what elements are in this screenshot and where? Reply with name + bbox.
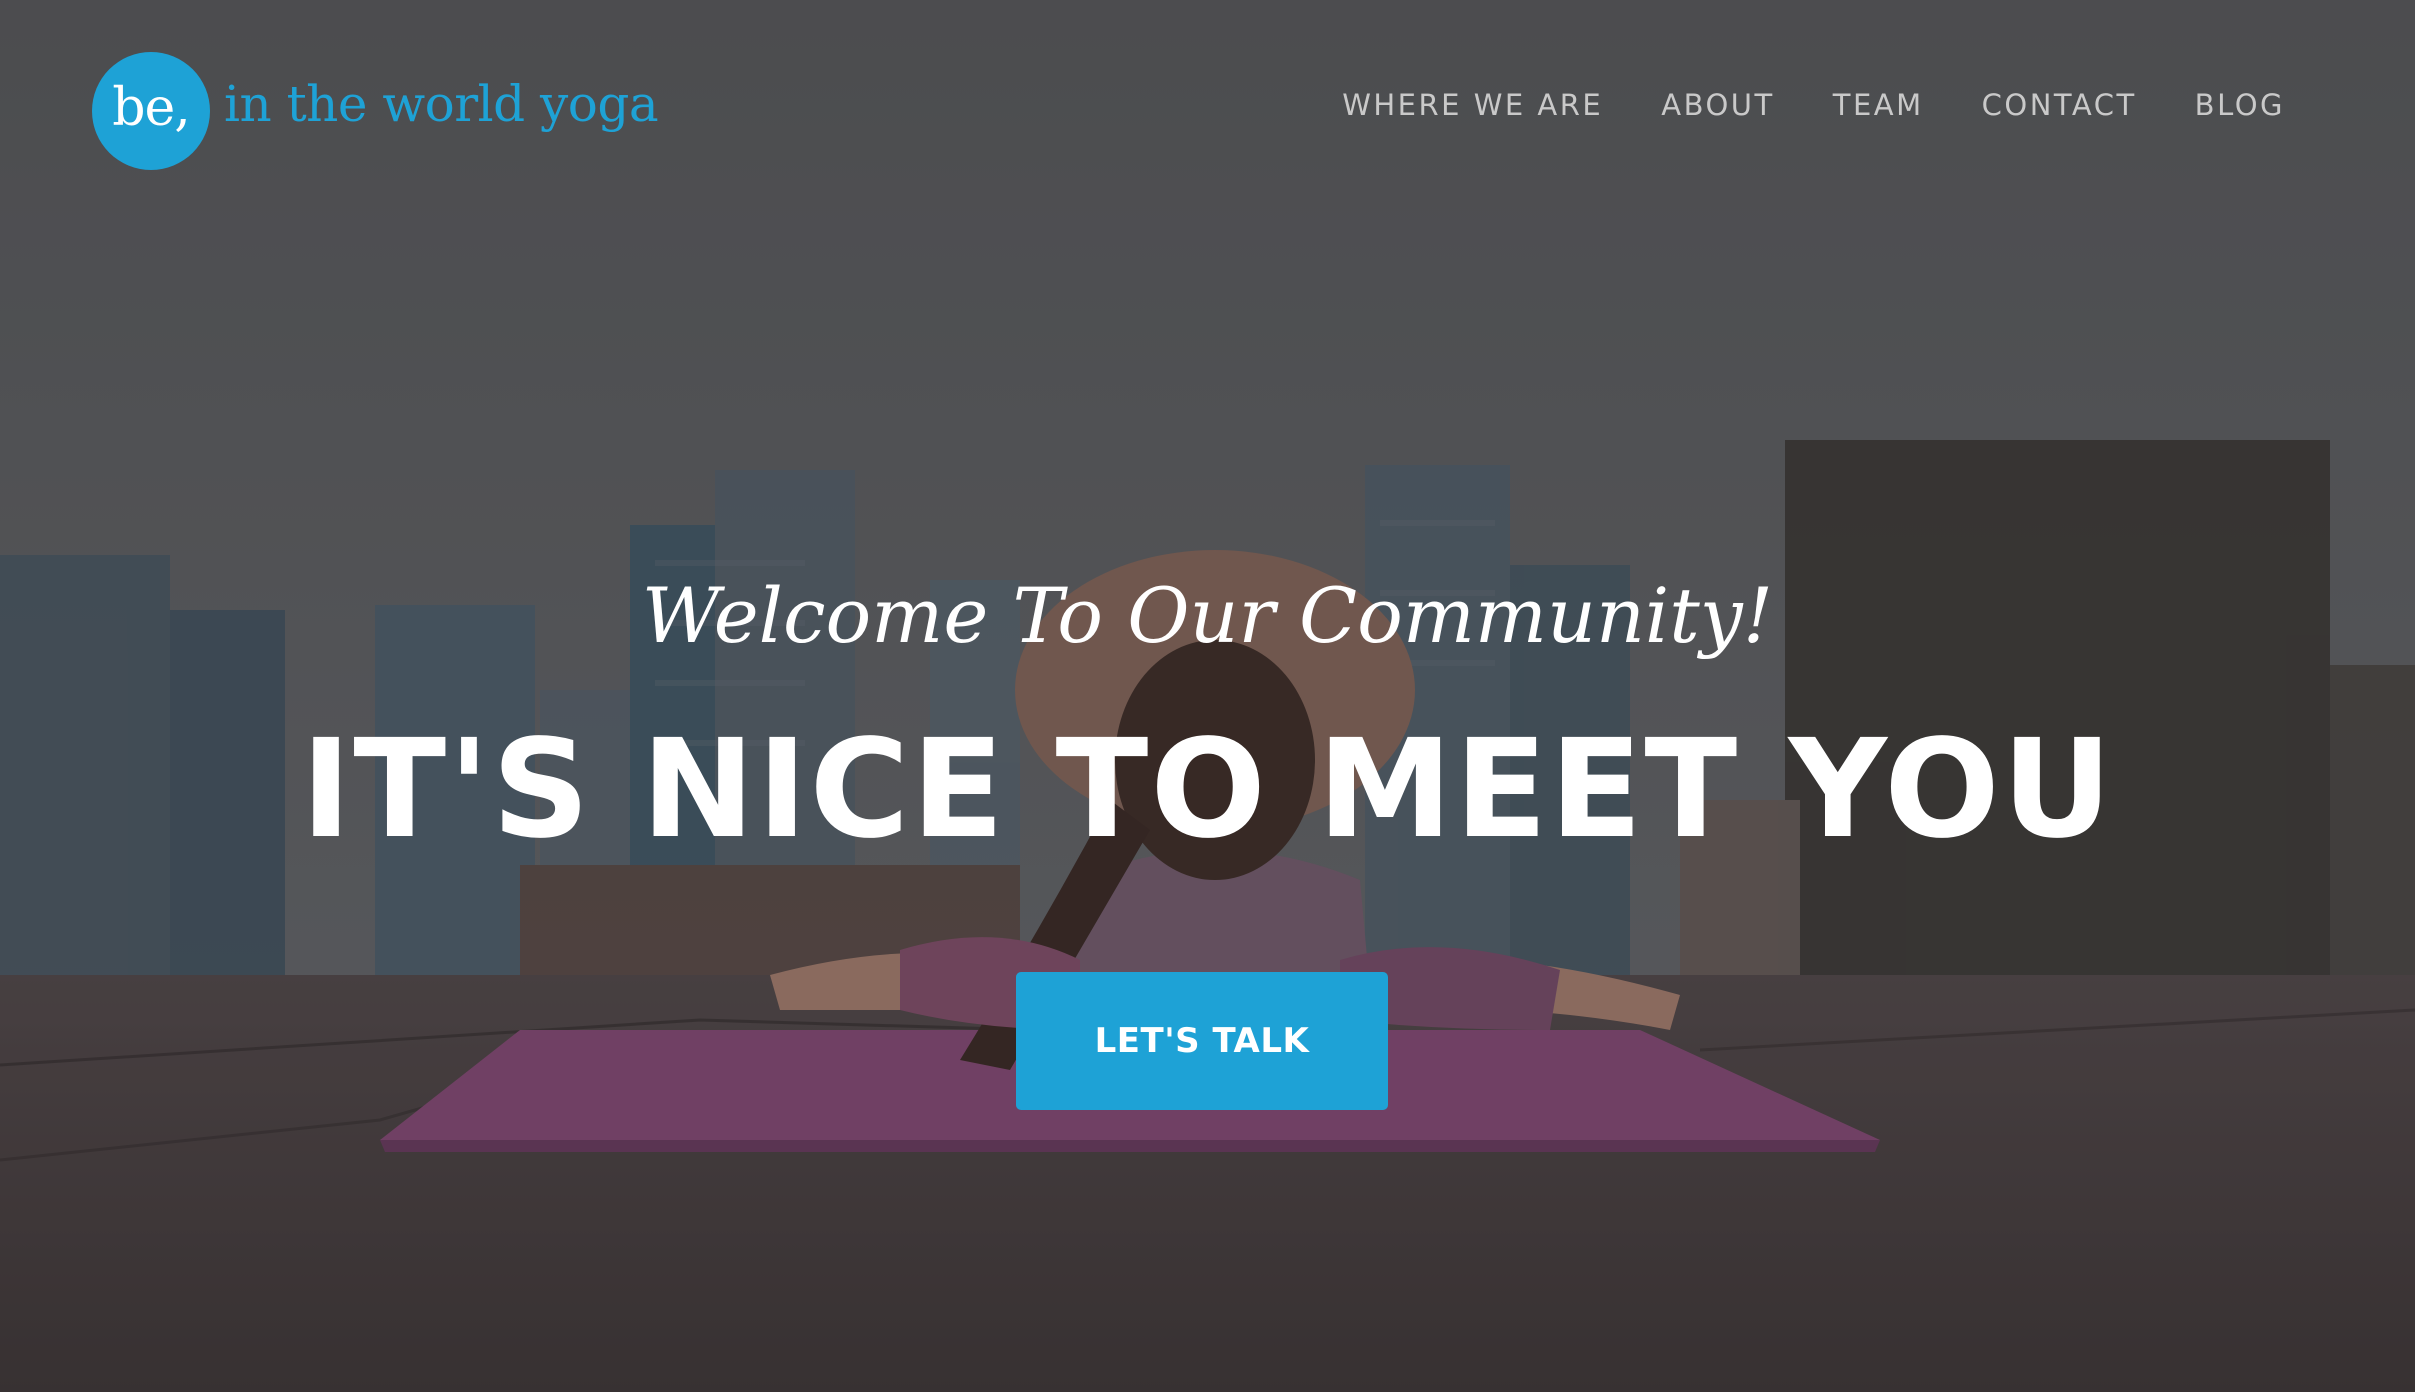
nav-link-contact[interactable]: CONTACT xyxy=(1982,88,2137,122)
hero-heading: IT'S NICE TO MEET YOU xyxy=(300,711,2115,869)
nav-menu: WHERE WE ARE ABOUT TEAM CONTACT BLOG xyxy=(1342,88,2285,122)
brand-logo-link[interactable]: be, in the world yoga xyxy=(92,52,659,170)
hero-subheading: Welcome To Our Community! xyxy=(641,571,1774,660)
nav-item-blog: BLOG xyxy=(2195,88,2285,122)
lets-talk-button[interactable]: LET'S TALK xyxy=(1016,972,1388,1110)
nav-link-team[interactable]: TEAM xyxy=(1833,88,1924,122)
main-navbar: be, in the world yoga WHERE WE ARE ABOUT… xyxy=(0,0,2415,220)
nav-link-blog[interactable]: BLOG xyxy=(2195,88,2285,122)
hero-section: be, in the world yoga WHERE WE ARE ABOUT… xyxy=(0,0,2415,1392)
nav-link-about[interactable]: ABOUT xyxy=(1661,88,1775,122)
nav-item-team: TEAM xyxy=(1833,88,1924,122)
nav-item-about: ABOUT xyxy=(1661,88,1775,122)
nav-link-where-we-are[interactable]: WHERE WE ARE xyxy=(1342,88,1603,122)
brand-name: in the world yoga xyxy=(224,75,659,133)
brand-logo-badge: be, xyxy=(92,52,210,170)
nav-item-where-we-are: WHERE WE ARE xyxy=(1342,88,1603,122)
nav-item-contact: CONTACT xyxy=(1982,88,2137,122)
